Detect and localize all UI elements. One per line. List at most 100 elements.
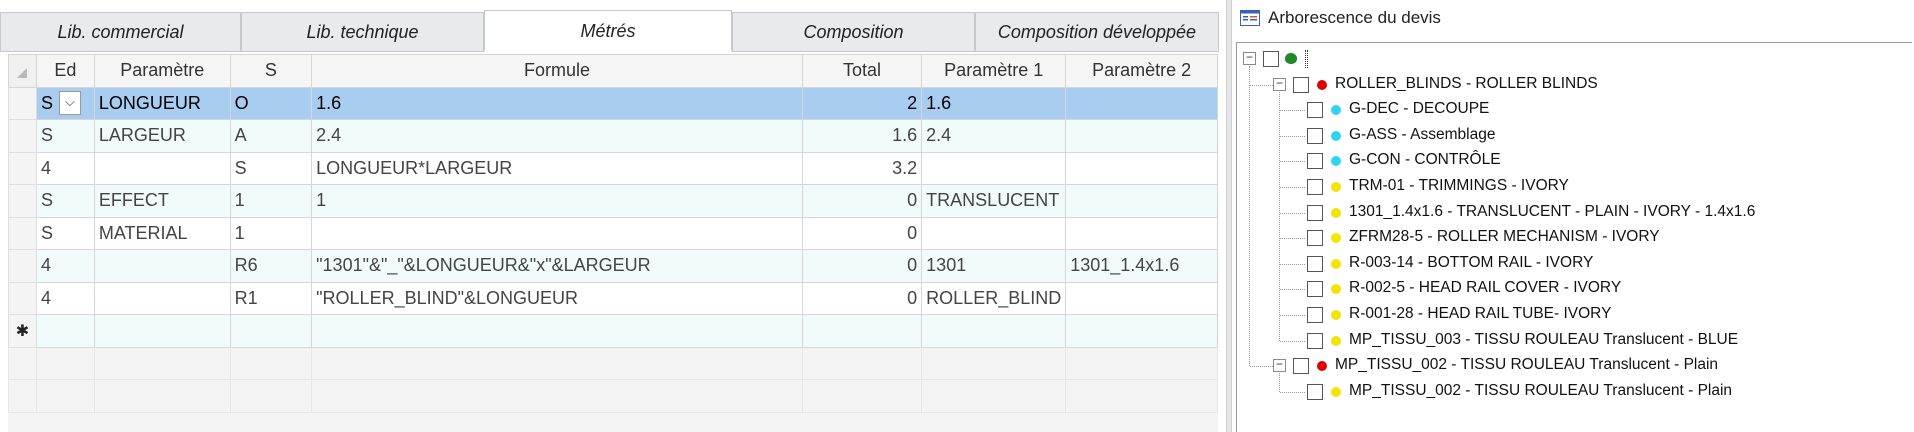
grid-corner[interactable]: [8, 54, 37, 88]
tree-node-label[interactable]: MP_TISSU_003 - TISSU ROULEAU Translucent…: [1349, 330, 1738, 350]
grid-row[interactable]: 4 S LONGUEUR*LARGEUR 3.2: [8, 151, 1218, 185]
new-row-cell[interactable]: [229, 314, 313, 348]
cell-parametre-2[interactable]: [1065, 281, 1218, 315]
col-header-total[interactable]: Total: [801, 54, 923, 88]
tree-node-label[interactable]: G-DEC - DECOUPE: [1349, 99, 1489, 119]
new-row-marker[interactable]: ✱: [8, 314, 37, 348]
grid-row[interactable]: S MATERIAL 1 0: [8, 216, 1218, 250]
cell-s[interactable]: R6: [229, 249, 313, 283]
cell-parametre-1[interactable]: 2.4: [921, 119, 1067, 153]
cell-ed[interactable]: S: [35, 216, 95, 250]
tree-checkbox[interactable]: [1307, 255, 1323, 272]
grid-row[interactable]: S LARGEUR A 2.4 1.6 2.4: [8, 119, 1218, 153]
col-header-s[interactable]: S: [229, 54, 313, 88]
cell-parametre[interactable]: EFFECT: [93, 184, 231, 218]
tree-node-label[interactable]: R-002-5 - HEAD RAIL COVER - IVORY: [1349, 278, 1621, 298]
tree-checkbox[interactable]: [1293, 358, 1309, 375]
tree-checkbox[interactable]: [1293, 76, 1309, 93]
collapse-toggle[interactable]: −: [1273, 358, 1286, 373]
cell-parametre[interactable]: LARGEUR: [93, 119, 231, 153]
cell-parametre[interactable]: [93, 281, 231, 315]
chevron-down-icon[interactable]: ⌵: [58, 91, 81, 116]
cell-formule[interactable]: 1.6: [311, 86, 803, 120]
tree-node-label[interactable]: G-CON - CONTRÔLE: [1349, 150, 1501, 170]
new-row[interactable]: ✱: [8, 314, 1218, 348]
new-row-cell[interactable]: [801, 314, 923, 348]
cell-total[interactable]: 1.6: [801, 119, 923, 153]
tree-node-label[interactable]: TRM-01 - TRIMMINGS - IVORY: [1349, 176, 1569, 196]
cell-parametre[interactable]: LONGUEUR: [93, 86, 231, 120]
cell-formule[interactable]: 2.4: [311, 119, 803, 153]
row-selector[interactable]: [8, 249, 37, 283]
tree-checkbox[interactable]: [1307, 281, 1323, 298]
cell-total[interactable]: 0: [801, 249, 923, 283]
cell-total[interactable]: 0: [801, 216, 923, 250]
tree-checkbox[interactable]: [1307, 153, 1323, 170]
cell-s[interactable]: S: [229, 151, 313, 185]
col-header-parametre-1[interactable]: Paramètre 1: [921, 54, 1067, 88]
tree-checkbox[interactable]: [1307, 127, 1323, 144]
tree-node-label[interactable]: R-003-14 - BOTTOM RAIL - IVORY: [1349, 253, 1593, 273]
tab-lib-commercial[interactable]: Lib. commercial: [0, 12, 241, 52]
tree-node-label[interactable]: G-ASS - Assemblage: [1349, 125, 1495, 145]
tree-checkbox[interactable]: [1307, 307, 1323, 323]
row-selector[interactable]: [8, 86, 37, 120]
tree-checkbox[interactable]: [1307, 204, 1323, 221]
new-row-cell[interactable]: [311, 314, 803, 348]
tree-checkbox[interactable]: [1307, 332, 1323, 349]
grid-row[interactable]: S EFFECT 1 1 0 TRANSLUCENT: [8, 184, 1218, 218]
tree-node-label[interactable]: MP_TISSU_002 - TISSU ROULEAU Translucent…: [1349, 381, 1732, 401]
col-header-parametre[interactable]: Paramètre: [93, 54, 231, 88]
cell-parametre[interactable]: MATERIAL: [93, 216, 231, 250]
cell-ed[interactable]: S ⌵: [35, 86, 95, 120]
cell-parametre-1[interactable]: [921, 216, 1067, 250]
tree-node-label[interactable]: MP_TISSU_002 - TISSU ROULEAU Translucent…: [1335, 355, 1718, 375]
cell-parametre-2[interactable]: [1065, 86, 1218, 120]
cell-parametre-2[interactable]: [1065, 216, 1218, 250]
tree-node-label[interactable]: ZFRM28-5 - ROLLER MECHANISM - IVORY: [1349, 227, 1660, 247]
cell-ed[interactable]: S: [35, 119, 95, 153]
tree-checkbox[interactable]: [1307, 383, 1323, 400]
tree-checkbox[interactable]: [1307, 179, 1323, 195]
cell-s[interactable]: A: [229, 119, 313, 153]
cell-formule[interactable]: 1: [311, 184, 803, 218]
cell-ed[interactable]: 4: [35, 281, 95, 315]
cell-formule[interactable]: "1301"&"_"&LONGUEUR&"x"&LARGEUR: [311, 249, 803, 283]
grid-row[interactable]: 4 R6 "1301"&"_"&LONGUEUR&"x"&LARGEUR 0 1301 1…: [8, 249, 1218, 283]
cell-parametre-1[interactable]: ROLLER_BLIND: [921, 281, 1067, 315]
tree-checkbox[interactable]: [1307, 102, 1323, 119]
row-selector[interactable]: [8, 281, 37, 315]
tab-composition[interactable]: Composition: [732, 12, 975, 52]
row-selector[interactable]: [8, 184, 37, 218]
cell-ed[interactable]: 4: [35, 249, 95, 283]
row-selector[interactable]: [8, 151, 37, 185]
tree-node-label[interactable]: R-001-28 - HEAD RAIL TUBE- IVORY: [1349, 304, 1611, 324]
tab-composition-developpee[interactable]: Composition développée: [975, 12, 1219, 52]
cell-parametre-1[interactable]: TRANSLUCENT: [921, 184, 1067, 218]
cell-total[interactable]: 3.2: [801, 151, 923, 185]
cell-parametre-1[interactable]: 1301: [921, 249, 1067, 283]
new-row-cell[interactable]: [921, 314, 1067, 348]
tree-checkbox[interactable]: [1307, 230, 1323, 247]
cell-ed[interactable]: S: [35, 184, 95, 218]
col-header-parametre-2[interactable]: Paramètre 2: [1065, 54, 1218, 88]
new-row-cell[interactable]: [35, 314, 95, 348]
cell-parametre-2[interactable]: [1065, 184, 1218, 218]
cell-formule[interactable]: [311, 216, 803, 250]
col-header-ed[interactable]: Ed: [35, 54, 95, 88]
cell-parametre-1[interactable]: [921, 151, 1067, 185]
cell-total[interactable]: 2: [801, 86, 923, 120]
cell-formule[interactable]: "ROLLER_BLIND"&LONGUEUR: [311, 281, 803, 315]
tree-checkbox[interactable]: [1263, 51, 1279, 67]
col-header-formule[interactable]: Formule: [311, 54, 803, 88]
cell-total[interactable]: 0: [801, 184, 923, 218]
cell-ed[interactable]: 4: [35, 151, 95, 185]
tab-lib-technique[interactable]: Lib. technique: [241, 12, 484, 52]
cell-parametre-2[interactable]: [1065, 151, 1218, 185]
collapse-toggle[interactable]: −: [1273, 77, 1286, 91]
cell-parametre-1[interactable]: 1.6: [921, 86, 1067, 120]
cell-s[interactable]: 1: [229, 184, 313, 218]
cell-parametre[interactable]: [93, 151, 231, 185]
cell-parametre-2[interactable]: 1301_1.4x1.6: [1065, 249, 1218, 283]
tree-node-label[interactable]: 1301_1.4x1.6 - TRANSLUCENT - PLAIN - IVO…: [1349, 202, 1755, 222]
